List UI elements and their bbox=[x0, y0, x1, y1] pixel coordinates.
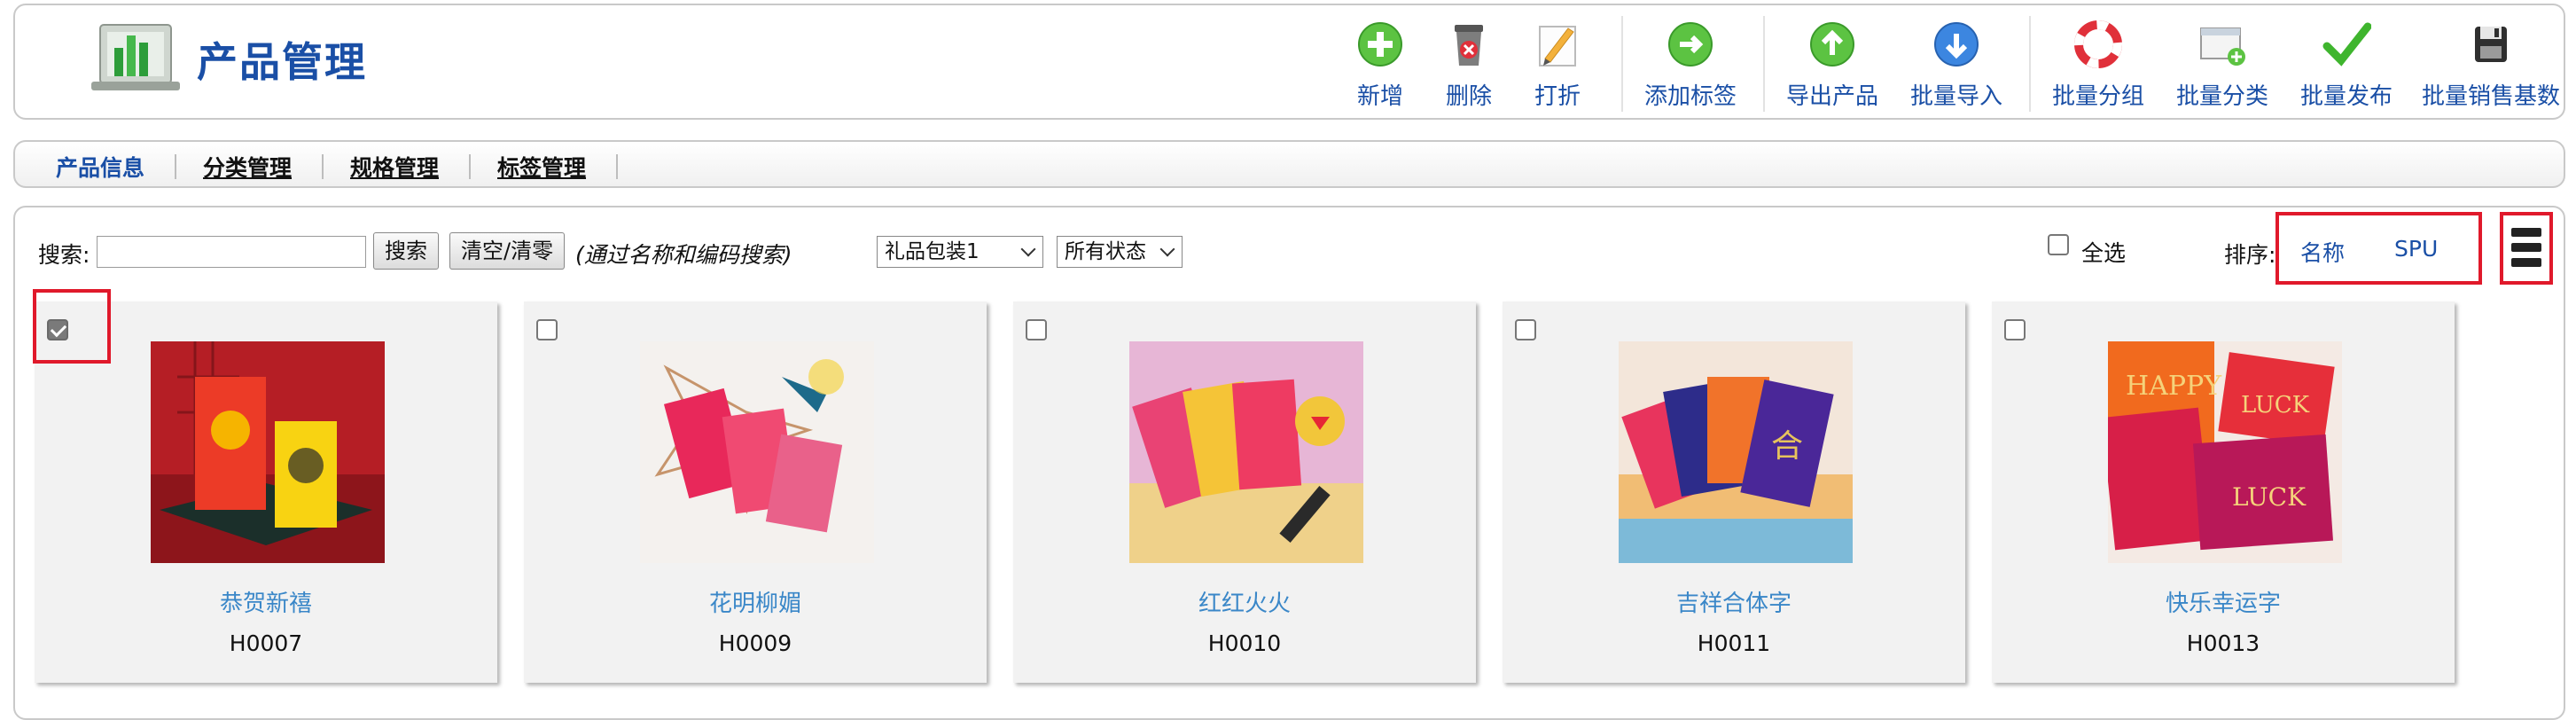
product-card[interactable]: HAPPY LUCK LUCK 快乐幸运字 H0013 bbox=[1992, 301, 2455, 683]
product-checkbox[interactable] bbox=[1515, 319, 1536, 340]
tab-category-management[interactable]: 分类管理 bbox=[203, 151, 292, 183]
export-icon bbox=[1810, 22, 1854, 67]
product-checkbox[interactable] bbox=[1026, 319, 1047, 340]
product-image bbox=[1129, 341, 1363, 563]
svg-text:LUCK: LUCK bbox=[2241, 392, 2310, 419]
product-checkbox[interactable] bbox=[47, 319, 68, 340]
search-label: 搜索: bbox=[38, 242, 90, 268]
bulk-sales-base-button-label: 批量销售基数 bbox=[2421, 83, 2560, 110]
product-code: H0011 bbox=[1697, 630, 1771, 656]
svg-text:LUCK: LUCK bbox=[2232, 482, 2307, 512]
product-card[interactable]: 合 吉祥合体字 H0011 bbox=[1503, 301, 1965, 683]
tab-divider bbox=[616, 154, 618, 179]
product-name-link[interactable]: 红红火火 bbox=[1013, 585, 1476, 618]
add-button-label: 新增 bbox=[1356, 83, 1403, 110]
tab-divider bbox=[175, 154, 176, 179]
add-tag-button[interactable]: 添加标签 bbox=[1637, 20, 1744, 113]
product-code: H0010 bbox=[1207, 630, 1282, 656]
bulk-publish-button[interactable]: 批量发布 bbox=[2293, 20, 2400, 113]
bulk-import-button[interactable]: 批量导入 bbox=[1903, 20, 2010, 113]
product-name-link[interactable]: 吉祥合体字 bbox=[1503, 585, 1965, 618]
select-all-checkbox[interactable] bbox=[2048, 234, 2069, 255]
bulk-categorize-button[interactable]: 批量分类 bbox=[2169, 20, 2275, 113]
tab-divider bbox=[469, 154, 471, 179]
product-code: H0007 bbox=[229, 630, 303, 656]
product-checkbox[interactable] bbox=[2004, 319, 2026, 340]
status-select-value: 所有状态 bbox=[1065, 240, 1146, 263]
export-products-button-label: 导出产品 bbox=[1785, 83, 1878, 110]
add-tag-icon bbox=[1668, 22, 1713, 67]
toolbar-divider bbox=[1621, 16, 1623, 112]
bulk-sales-base-button[interactable]: 批量销售基数 bbox=[2416, 20, 2566, 113]
clear-button[interactable]: 清空/清零 bbox=[449, 232, 566, 270]
discount-button[interactable]: 打折 bbox=[1522, 20, 1593, 113]
discount-button-label: 打折 bbox=[1534, 83, 1581, 110]
tab-spec-management[interactable]: 规格管理 bbox=[350, 151, 439, 183]
toolbar-divider bbox=[1763, 16, 1765, 112]
tab-product-info[interactable]: 产品信息 bbox=[56, 151, 144, 183]
add-icon bbox=[1358, 22, 1402, 67]
sort-by-name-link[interactable]: 名称 bbox=[2300, 236, 2345, 268]
import-icon bbox=[1934, 22, 1979, 67]
select-all-label: 全选 bbox=[2081, 240, 2127, 266]
product-code: H0013 bbox=[2186, 630, 2260, 656]
tab-tag-management[interactable]: 标签管理 bbox=[497, 151, 586, 183]
product-card[interactable]: 花明柳媚 H0009 bbox=[524, 301, 987, 683]
publish-icon bbox=[2322, 22, 2371, 67]
search-button[interactable]: 搜索 bbox=[373, 232, 439, 270]
product-name-link[interactable]: 花明柳媚 bbox=[524, 585, 987, 618]
group-icon bbox=[2074, 20, 2122, 68]
product-image: HAPPY LUCK LUCK bbox=[2108, 341, 2342, 563]
sales-base-icon bbox=[2475, 27, 2507, 62]
product-list-panel: 搜索: 搜索 清空/清零 (通过名称和编码搜索) 礼品包装1 所有状态 全选 排… bbox=[13, 206, 2565, 720]
category-select-value: 礼品包装1 bbox=[885, 240, 980, 263]
product-image bbox=[640, 341, 874, 563]
discount-icon bbox=[1539, 26, 1576, 67]
bulk-group-button[interactable]: 批量分组 bbox=[2045, 20, 2151, 113]
delete-button[interactable]: 删除 bbox=[1433, 20, 1504, 113]
sort-label: 排序: bbox=[2224, 242, 2276, 268]
product-logo-icon bbox=[88, 21, 182, 94]
header-panel: 产品管理 新增 删除 打折 添加标签 导出产品 批量导入 批量分组 批量分类 批… bbox=[13, 4, 2565, 120]
product-card[interactable]: 红红火火 H0010 bbox=[1013, 301, 1476, 683]
bulk-categorize-button-label: 批量分类 bbox=[2175, 83, 2268, 110]
product-code: H0009 bbox=[718, 630, 792, 656]
bulk-publish-button-label: 批量发布 bbox=[2299, 83, 2393, 110]
svg-text:合: 合 bbox=[1771, 428, 1803, 465]
svg-text:HAPPY: HAPPY bbox=[2126, 371, 2222, 402]
status-select[interactable]: 所有状态 bbox=[1057, 236, 1183, 268]
product-checkbox[interactable] bbox=[536, 319, 558, 340]
search-input[interactable] bbox=[97, 236, 366, 268]
product-name-link[interactable]: 恭贺新禧 bbox=[35, 585, 497, 618]
selection-highlight bbox=[33, 289, 111, 364]
add-button[interactable]: 新增 bbox=[1345, 20, 1416, 113]
search-hint: (通过名称和编码搜索) bbox=[575, 242, 792, 268]
view-toggle-button[interactable] bbox=[2500, 212, 2553, 285]
sort-by-spu-link[interactable]: SPU bbox=[2394, 236, 2438, 262]
page-title: 产品管理 bbox=[197, 38, 367, 86]
product-image: 合 bbox=[1619, 341, 1853, 563]
bulk-import-button-label: 批量导入 bbox=[1909, 83, 2002, 110]
category-select[interactable]: 礼品包装1 bbox=[877, 236, 1043, 268]
add-tag-button-label: 添加标签 bbox=[1643, 83, 1737, 110]
product-name-link[interactable]: 快乐幸运字 bbox=[1992, 585, 2455, 618]
bulk-group-button-label: 批量分组 bbox=[2051, 83, 2144, 110]
export-products-button[interactable]: 导出产品 bbox=[1779, 20, 1885, 113]
product-image bbox=[151, 341, 385, 563]
toolbar-divider bbox=[2029, 16, 2031, 112]
categorize-icon bbox=[2200, 27, 2245, 66]
delete-button-label: 删除 bbox=[1445, 83, 1492, 110]
tab-bar: 产品信息 分类管理 规格管理 标签管理 bbox=[13, 140, 2565, 188]
delete-icon bbox=[1455, 25, 1483, 66]
product-card[interactable]: 恭贺新禧 H0007 bbox=[33, 289, 497, 683]
tab-divider bbox=[322, 154, 324, 179]
